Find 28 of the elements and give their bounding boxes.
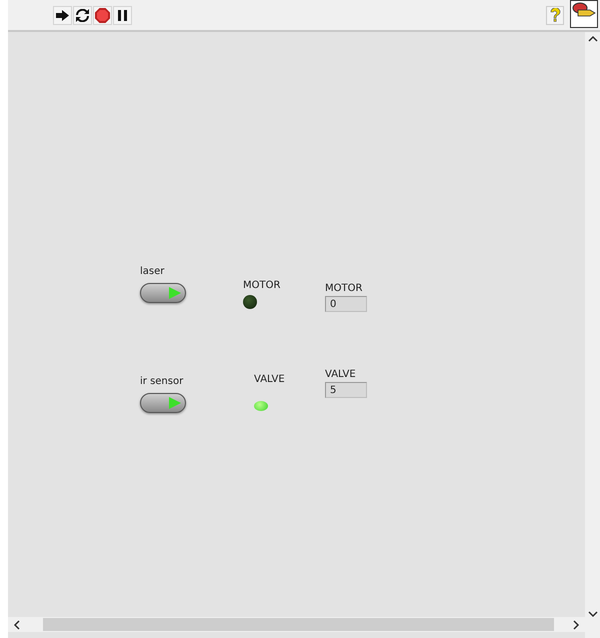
switch-label: ir sensor [140,376,184,387]
triangle-icon [169,287,181,299]
numeric-indicator: 0 [325,296,367,312]
help-button[interactable] [546,6,564,24]
triangle-icon [169,397,181,409]
led-label: VALVE [254,374,285,385]
toggle-switch[interactable] [140,283,186,303]
indicator-label: VALVE [325,369,356,380]
toolbar-button[interactable] [113,6,132,24]
scroll-right-icon[interactable] [572,620,580,630]
vi-icon [570,0,598,28]
indicator-label: MOTOR [325,283,362,294]
scroll-up-icon[interactable] [588,35,598,43]
led-label: MOTOR [243,280,280,291]
toolbar-button[interactable] [53,6,72,24]
pause-icon [118,10,127,20]
cycle-arrows-icon [76,8,89,22]
scroll-left-icon[interactable] [13,620,21,630]
stop-icon [95,8,110,22]
toggle-switch[interactable] [140,393,186,413]
switch-label: laser [140,266,164,277]
horizontal-scrollbar[interactable] [8,617,585,632]
scroll-down-icon[interactable] [588,610,598,618]
vertical-scrollbar[interactable] [585,32,600,638]
question-mark-icon [550,8,560,22]
numeric-indicator: 5 [325,382,367,398]
arrow-icon [56,10,69,20]
toolbar-button[interactable] [73,6,92,24]
